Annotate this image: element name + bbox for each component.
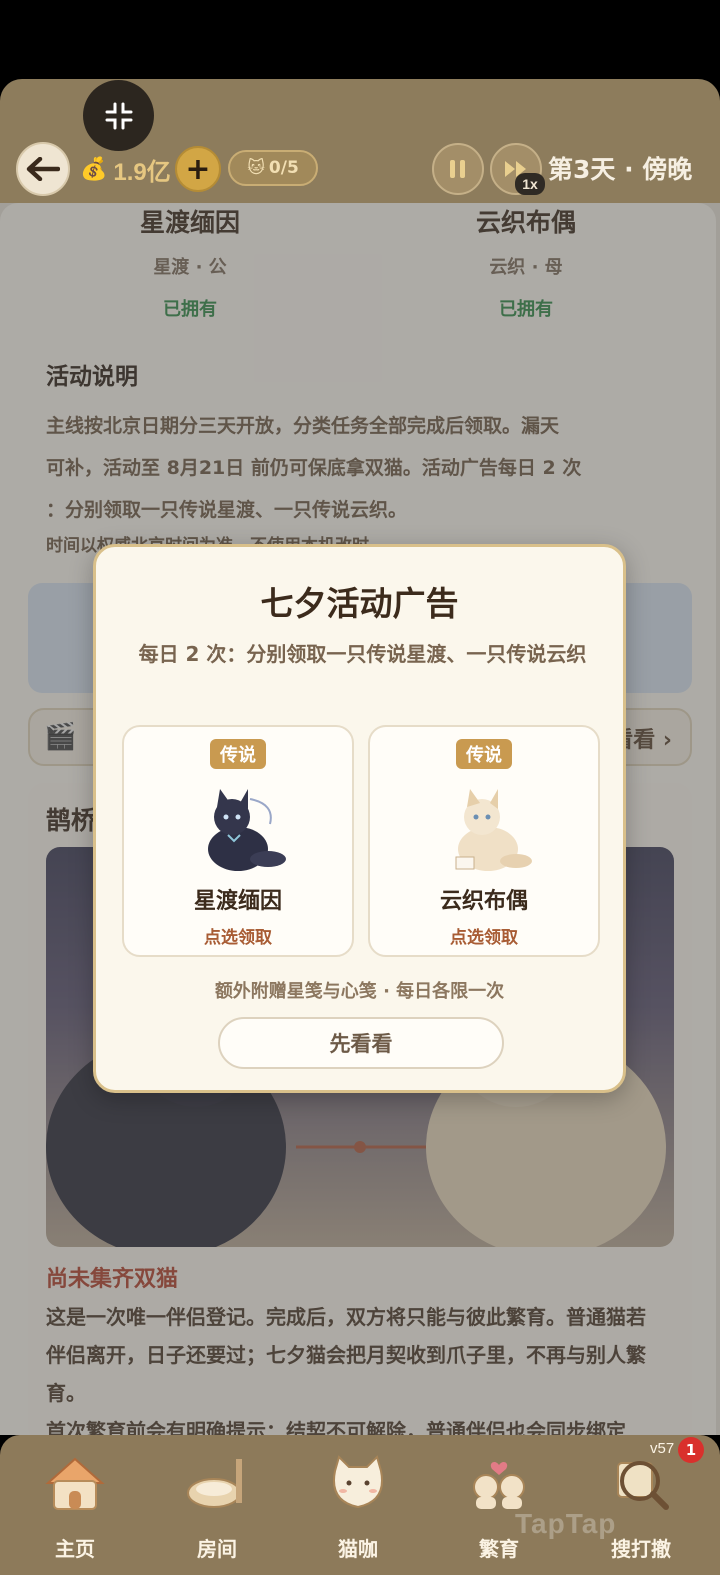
- notification-badge: 1: [678, 1437, 704, 1463]
- version-label: v57: [650, 1440, 675, 1457]
- choice-cat-name: 星渡缅因: [193, 889, 282, 914]
- legendary-tag: 传说: [210, 739, 266, 769]
- collapse-icon: [105, 102, 132, 129]
- arrow-left-icon: [26, 157, 60, 181]
- cat-cup-icon: [333, 1455, 383, 1509]
- legendary-tag: 传说: [456, 739, 512, 769]
- nav-item-cafe[interactable]: 猫咖: [303, 1435, 413, 1575]
- qixi-ad-dialog: 七夕活动广告 每日 2 次：分别领取一只传说星渡、一只传说云织 传说 星渡缅因 …: [93, 544, 626, 1093]
- nav-item-room[interactable]: 房间: [162, 1435, 272, 1575]
- dialog-subtitle: 每日 2 次：分别领取一只传说星渡、一只传说云织: [138, 642, 587, 666]
- bottom-nav: 主页 房间 猫咖 繁育 搜打撤: [0, 1435, 720, 1575]
- choice-cat-name: 云织布偶: [439, 889, 528, 914]
- add-coins-button[interactable]: +: [175, 146, 221, 192]
- taptap-watermark: TapTap: [515, 1508, 617, 1539]
- claim-link[interactable]: 点选领取: [370, 923, 598, 948]
- nav-item-home[interactable]: 主页: [20, 1435, 130, 1575]
- nav-label: 猫咖: [338, 1537, 378, 1561]
- cat-face-icon: 🐱: [247, 158, 265, 178]
- coin-balance: 💰 1.9亿: [80, 151, 171, 187]
- pause-icon: [450, 160, 465, 178]
- day-time-label: 第3天 · 傍晚: [548, 155, 693, 184]
- bonus-note: 额外附赠星笺与心笺 · 每日各限一次: [214, 981, 505, 1002]
- maine-coon-cat-icon: [208, 789, 286, 871]
- cat-bed-icon: [187, 1459, 242, 1508]
- nav-item-breeding[interactable]: 繁育: [444, 1435, 554, 1575]
- ragdoll-cat-icon: [455, 789, 532, 871]
- choice-card-ragdoll[interactable]: 传说 云织布偶 点选领取: [368, 725, 600, 957]
- cat-count-value: 0/5: [268, 158, 299, 178]
- claim-link[interactable]: 点选领取: [124, 923, 352, 948]
- dialog-title: 七夕活动广告: [260, 584, 459, 623]
- nav-label: 房间: [197, 1537, 237, 1561]
- look-first-button[interactable]: 先看看: [218, 1017, 504, 1069]
- status-bar: [0, 0, 720, 80]
- house-icon: [45, 1457, 105, 1510]
- money-bag-icon: 💰: [80, 156, 108, 182]
- search-map-icon: [617, 1461, 669, 1510]
- speed-badge: 1x: [515, 173, 545, 195]
- coin-value: 1.9亿: [113, 158, 171, 186]
- nav-label: 主页: [55, 1537, 95, 1561]
- collapse-button[interactable]: [83, 80, 154, 151]
- choice-card-maine[interactable]: 传说 星渡缅因 点选领取: [122, 725, 354, 957]
- pause-button[interactable]: [432, 143, 484, 195]
- back-button[interactable]: [16, 142, 70, 196]
- cat-count-badge: 🐱 0/5: [228, 150, 318, 186]
